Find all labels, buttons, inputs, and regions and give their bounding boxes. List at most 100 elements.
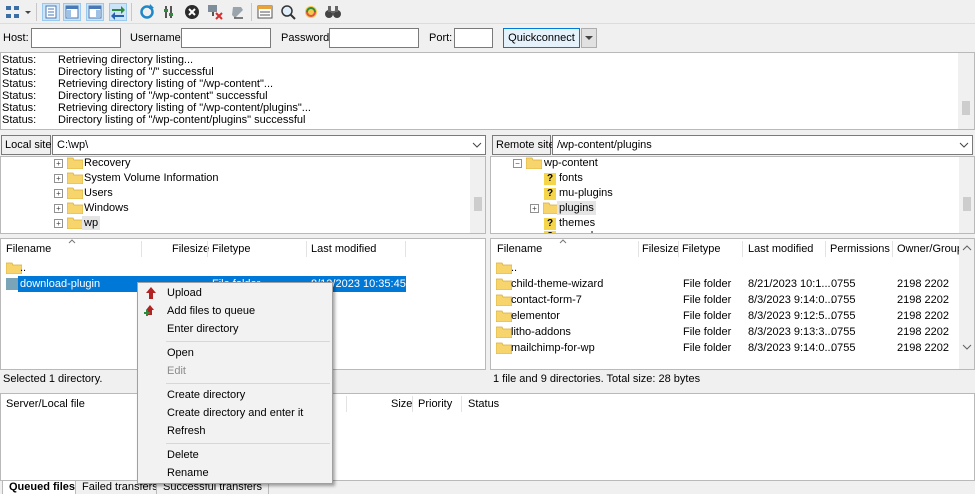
- list-item[interactable]: elementor File folder 8/3/2023 9:12:5...…: [491, 308, 959, 324]
- expand-icon[interactable]: +: [54, 159, 63, 168]
- toggle-remote-tree-icon[interactable]: [86, 3, 104, 21]
- remote-directory-tree: − wp-content ? fonts ? mu-plugins + plug…: [490, 156, 975, 234]
- remote-site-bar: Remote site: /wp-content/plugins: [490, 134, 975, 156]
- chevron-down-icon: [472, 142, 482, 148]
- remote-file-list: Filename Filesize Filetype Last modified…: [490, 238, 975, 370]
- list-item[interactable]: litho-addons File folder 8/3/2023 9:13:3…: [491, 324, 959, 340]
- folder-icon: [67, 187, 83, 199]
- column-size[interactable]: Size: [391, 394, 412, 414]
- refresh-icon[interactable]: [138, 3, 156, 21]
- log-scrollbar[interactable]: [958, 53, 974, 129]
- tree-item-users[interactable]: + Users: [1, 186, 471, 201]
- port-input[interactable]: [454, 28, 493, 48]
- folder-icon: [496, 326, 512, 338]
- column-filename[interactable]: Filename: [497, 239, 542, 259]
- tree-item-windows[interactable]: + Windows: [1, 201, 471, 216]
- tree-item-wp[interactable]: + wp: [1, 216, 471, 231]
- folder-icon: [496, 342, 512, 354]
- site-manager-dropdown-icon[interactable]: [23, 3, 33, 21]
- process-queue-icon[interactable]: [161, 3, 179, 21]
- remote-tree-scrollbar[interactable]: [959, 157, 974, 233]
- collapse-icon[interactable]: −: [513, 159, 522, 168]
- column-owner-group[interactable]: Owner/Group: [897, 239, 963, 259]
- column-filetype[interactable]: Filetype: [682, 239, 721, 259]
- search-remote-files-icon[interactable]: [324, 3, 342, 21]
- toggle-comparison-icon[interactable]: [279, 3, 297, 21]
- scroll-thumb[interactable]: [474, 197, 482, 211]
- password-input[interactable]: [329, 28, 419, 48]
- tree-item-wp-content[interactable]: − wp-content: [491, 157, 959, 171]
- local-tree-scrollbar[interactable]: [470, 157, 485, 233]
- menu-item-refresh[interactable]: Refresh: [167, 423, 206, 439]
- menu-item-rename[interactable]: Rename: [167, 465, 209, 481]
- menu-item-create-directory-and-enter[interactable]: Create directory and enter it: [167, 405, 303, 421]
- column-priority[interactable]: Priority: [418, 394, 452, 414]
- quickconnect-button[interactable]: Quickconnect: [503, 28, 580, 48]
- remote-list-scrollbar[interactable]: [959, 239, 974, 369]
- menu-item-open[interactable]: Open: [167, 345, 194, 361]
- tree-item-upgrade[interactable]: ? upgrade: [491, 229, 959, 233]
- host-label: Host:: [3, 32, 29, 44]
- list-item[interactable]: contact-form-7 File folder 8/3/2023 9:14…: [491, 292, 959, 308]
- sort-asc-icon: [68, 239, 76, 244]
- host-input[interactable]: [31, 28, 121, 48]
- tree-item-fonts[interactable]: ? fonts: [491, 171, 959, 186]
- quickconnect-history-dropdown[interactable]: [581, 28, 597, 48]
- list-item[interactable]: ..: [491, 260, 959, 276]
- local-path-value: C:\wp\: [57, 139, 89, 151]
- menu-item-upload[interactable]: Upload: [167, 285, 202, 301]
- reconnect-icon[interactable]: [229, 3, 247, 21]
- list-item[interactable]: ..: [1, 260, 471, 276]
- column-filesize[interactable]: Filesize: [642, 239, 679, 259]
- list-item[interactable]: child-theme-wizard File folder 8/21/2023…: [491, 276, 959, 292]
- username-label: Username:: [130, 32, 184, 44]
- scroll-thumb[interactable]: [963, 197, 971, 211]
- remote-path-value: /wp-content/plugins: [557, 139, 652, 151]
- menu-item-enter-directory[interactable]: Enter directory: [167, 321, 239, 337]
- column-filetype[interactable]: Filetype: [212, 239, 251, 259]
- quickconnect-bar: Host: Username: Password: Port: Quickcon…: [0, 25, 975, 51]
- chevron-down-icon: [959, 142, 969, 148]
- site-manager-icon[interactable]: [4, 3, 22, 21]
- username-input[interactable]: [181, 28, 271, 48]
- column-status[interactable]: Status: [468, 394, 499, 414]
- tree-item-system-volume-information[interactable]: + System Volume Information: [1, 171, 471, 186]
- toggle-transfer-queue-icon[interactable]: [109, 3, 127, 21]
- unknown-folder-icon: ?: [544, 231, 556, 233]
- column-filename[interactable]: Filename: [6, 239, 51, 259]
- unknown-folder-icon: ?: [544, 173, 556, 185]
- tree-item-recovery[interactable]: + Recovery: [1, 157, 471, 171]
- chevron-down-icon[interactable]: [962, 344, 972, 350]
- folder-icon: [496, 278, 512, 290]
- menu-item-delete[interactable]: Delete: [167, 447, 199, 463]
- directory-filters-icon[interactable]: [256, 3, 274, 21]
- column-server-local-file[interactable]: Server/Local file: [6, 394, 85, 414]
- cancel-operation-icon[interactable]: [183, 3, 201, 21]
- column-permissions[interactable]: Permissions: [830, 239, 890, 259]
- port-label: Port:: [429, 32, 453, 44]
- local-path-input[interactable]: C:\wp\: [52, 135, 486, 155]
- menu-item-add-files-to-queue[interactable]: Add files to queue: [167, 303, 255, 319]
- menu-item-create-directory[interactable]: Create directory: [167, 387, 245, 403]
- context-menu: Upload Add files to queue Enter director…: [137, 282, 333, 484]
- remote-path-input[interactable]: /wp-content/plugins: [552, 135, 973, 155]
- tab-queued-files[interactable]: Queued files: [2, 481, 83, 494]
- column-last-modified[interactable]: Last modified: [748, 239, 813, 259]
- tree-item-plugins[interactable]: + plugins: [491, 201, 959, 216]
- folder-icon: [67, 217, 83, 229]
- column-last-modified[interactable]: Last modified: [311, 239, 376, 259]
- toggle-local-tree-icon[interactable]: [63, 3, 81, 21]
- synchronized-browsing-icon[interactable]: [302, 3, 320, 21]
- toggle-message-log-icon[interactable]: [42, 3, 60, 21]
- column-filesize[interactable]: Filesize: [172, 239, 209, 259]
- folder-icon: [496, 310, 512, 322]
- chevron-up-icon[interactable]: [962, 245, 972, 251]
- list-item[interactable]: mailchimp-for-wp File folder 8/3/2023 9:…: [491, 340, 959, 356]
- log-scroll-thumb[interactable]: [962, 101, 970, 115]
- chevron-down-icon: [585, 36, 593, 40]
- folder-icon: [496, 294, 512, 306]
- tree-item-mu-plugins[interactable]: ? mu-plugins: [491, 186, 959, 201]
- disconnect-icon[interactable]: [206, 3, 224, 21]
- folder-icon: [496, 262, 512, 274]
- message-log: Status: Retrieving directory listing... S…: [0, 52, 975, 130]
